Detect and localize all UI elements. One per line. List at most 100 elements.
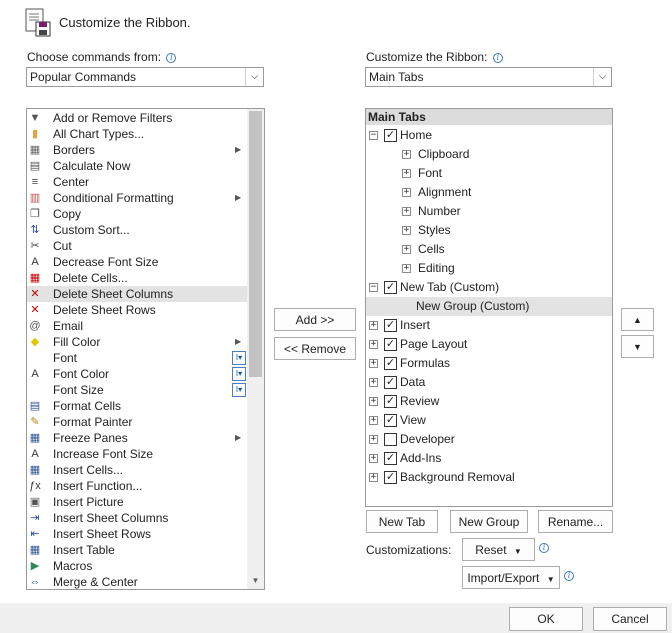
command-item[interactable]: ⇥ Insert Sheet Columns — [27, 510, 247, 526]
command-item[interactable]: Font Size I▾ — [27, 382, 247, 398]
tree-item[interactable]: + Developer — [366, 430, 612, 449]
info-icon[interactable]: i — [166, 53, 177, 63]
remove-button[interactable]: << Remove — [274, 337, 356, 360]
tree-item[interactable]: − ✓ Home — [366, 126, 612, 145]
info-icon[interactable]: i — [492, 53, 503, 63]
tab-checkbox[interactable]: ✓ — [384, 376, 397, 389]
expand-icon[interactable]: + — [369, 397, 378, 406]
expand-icon[interactable]: + — [402, 245, 411, 254]
import-export-button[interactable]: Import/Export ▼ — [462, 566, 560, 589]
tab-checkbox[interactable]: ✓ — [384, 338, 397, 351]
tab-checkbox[interactable]: ✓ — [384, 414, 397, 427]
command-item[interactable]: ▼ Add or Remove Filters — [27, 110, 247, 126]
collapse-icon[interactable]: − — [369, 131, 378, 140]
tab-checkbox[interactable]: ✓ — [384, 129, 397, 142]
command-item[interactable]: ⇅ Custom Sort... — [27, 222, 247, 238]
new-group-button[interactable]: New Group — [450, 510, 528, 533]
command-item[interactable]: ✕ Delete Sheet Rows — [27, 302, 247, 318]
expand-icon[interactable]: + — [369, 416, 378, 425]
command-item[interactable]: ▦ Freeze Panes ▶ — [27, 430, 247, 446]
tree-item[interactable]: + Styles — [366, 221, 612, 240]
tab-checkbox[interactable]: ✓ — [384, 357, 397, 370]
expand-icon[interactable]: + — [369, 435, 378, 444]
expand-icon[interactable]: + — [402, 188, 411, 197]
command-item[interactable]: ≡ Center — [27, 174, 247, 190]
tab-checkbox[interactable]: ✓ — [384, 471, 397, 484]
customize-ribbon-combo[interactable]: Main Tabs ⌵ — [365, 67, 612, 87]
command-item[interactable]: ▶ Macros — [27, 558, 247, 574]
command-item[interactable]: ✂ Cut — [27, 238, 247, 254]
info-icon[interactable]: i — [539, 543, 549, 553]
tree-item[interactable]: + ✓ View — [366, 411, 612, 430]
tree-item[interactable]: − ✓ New Tab (Custom) — [366, 278, 612, 297]
expand-icon[interactable]: + — [369, 321, 378, 330]
tree-item[interactable]: + ✓ Review — [366, 392, 612, 411]
command-item[interactable]: A Decrease Font Size — [27, 254, 247, 270]
expand-icon[interactable]: + — [369, 454, 378, 463]
expand-icon[interactable]: + — [402, 226, 411, 235]
tab-checkbox[interactable]: ✓ — [384, 281, 397, 294]
move-down-button[interactable]: ▼ — [621, 335, 654, 358]
add-button[interactable]: Add >> — [274, 308, 356, 331]
command-item[interactable]: ❐ Copy — [27, 206, 247, 222]
expand-icon[interactable]: + — [402, 264, 411, 273]
tree-item[interactable]: + ✓ Formulas — [366, 354, 612, 373]
expand-icon[interactable]: + — [369, 340, 378, 349]
command-item[interactable]: ⇤ Insert Sheet Rows — [27, 526, 247, 542]
command-item[interactable]: ▦ Insert Cells... — [27, 462, 247, 478]
command-item[interactable]: ▦ Borders ▶ — [27, 142, 247, 158]
chevron-down-icon[interactable]: ⌵ — [593, 68, 611, 86]
command-item[interactable]: ✎ Format Painter — [27, 414, 247, 430]
command-item[interactable]: ƒx Insert Function... — [27, 478, 247, 494]
cancel-button[interactable]: Cancel — [593, 607, 667, 631]
command-item[interactable]: Font I▾ — [27, 350, 247, 366]
expand-icon[interactable]: + — [402, 207, 411, 216]
tree-item[interactable]: + Number — [366, 202, 612, 221]
tree-item[interactable]: + ✓ Insert — [366, 316, 612, 335]
tree-item[interactable]: + ✓ Background Removal — [366, 468, 612, 487]
ok-button[interactable]: OK — [509, 607, 583, 631]
command-item[interactable]: ◆ Fill Color ▶ — [27, 334, 247, 350]
command-item[interactable]: ▥ Conditional Formatting ▶ — [27, 190, 247, 206]
tree-item[interactable]: + ✓ Page Layout — [366, 335, 612, 354]
command-item[interactable]: ▮ All Chart Types... — [27, 126, 247, 142]
tab-checkbox[interactable]: ✓ — [384, 395, 397, 408]
tab-checkbox[interactable]: ✓ — [384, 452, 397, 465]
command-item[interactable]: ▦ Insert Table — [27, 542, 247, 558]
tree-item[interactable]: + Cells — [366, 240, 612, 259]
tree-item[interactable]: New Group (Custom) — [366, 297, 612, 316]
rename-button[interactable]: Rename... — [538, 510, 613, 533]
collapse-icon[interactable]: − — [369, 283, 378, 292]
command-item[interactable]: @ Email — [27, 318, 247, 334]
tree-item[interactable]: + Alignment — [366, 183, 612, 202]
new-tab-button[interactable]: New Tab — [366, 510, 438, 533]
tab-checkbox[interactable] — [384, 433, 397, 446]
tree-item[interactable]: + Editing — [366, 259, 612, 278]
tree-item[interactable]: + ✓ Add-Ins — [366, 449, 612, 468]
command-item[interactable]: ▤ Calculate Now — [27, 158, 247, 174]
chevron-down-icon[interactable]: ⌵ — [245, 68, 263, 86]
tree-item[interactable]: + ✓ Data — [366, 373, 612, 392]
command-item[interactable]: ⇔ Merge & Center — [27, 574, 247, 589]
expand-icon[interactable]: + — [402, 150, 411, 159]
expand-icon[interactable]: + — [369, 359, 378, 368]
command-item[interactable]: ▦ Delete Cells... — [27, 270, 247, 286]
info-icon[interactable]: i — [564, 571, 574, 581]
ribbon-tree[interactable]: Main Tabs − ✓ Home + Clipboard + Font + Alignmen… — [365, 108, 613, 507]
command-item[interactable]: ▤ Format Cells — [27, 398, 247, 414]
move-up-button[interactable]: ▲ — [621, 308, 654, 331]
scroll-down-icon[interactable]: ▼ — [247, 572, 264, 589]
expand-icon[interactable]: + — [369, 473, 378, 482]
tree-item[interactable]: + Font — [366, 164, 612, 183]
commands-listbox[interactable]: ⇔ Merge & Center ▶ Macros ▦ Insert Table ⇤ Inse… — [26, 108, 265, 590]
tab-checkbox[interactable]: ✓ — [384, 319, 397, 332]
tree-item[interactable]: + Clipboard — [366, 145, 612, 164]
command-item[interactable]: A Font Color I▾ — [27, 366, 247, 382]
expand-icon[interactable]: + — [402, 169, 411, 178]
commands-scrollbar[interactable]: ▲ ▼ — [247, 109, 264, 589]
command-item[interactable]: ✕ Delete Sheet Columns — [27, 286, 247, 302]
reset-button[interactable]: Reset ▼ — [462, 538, 535, 561]
command-item[interactable]: ▣ Insert Picture — [27, 494, 247, 510]
scrollbar-thumb[interactable] — [249, 111, 262, 377]
command-item[interactable]: A Increase Font Size — [27, 446, 247, 462]
